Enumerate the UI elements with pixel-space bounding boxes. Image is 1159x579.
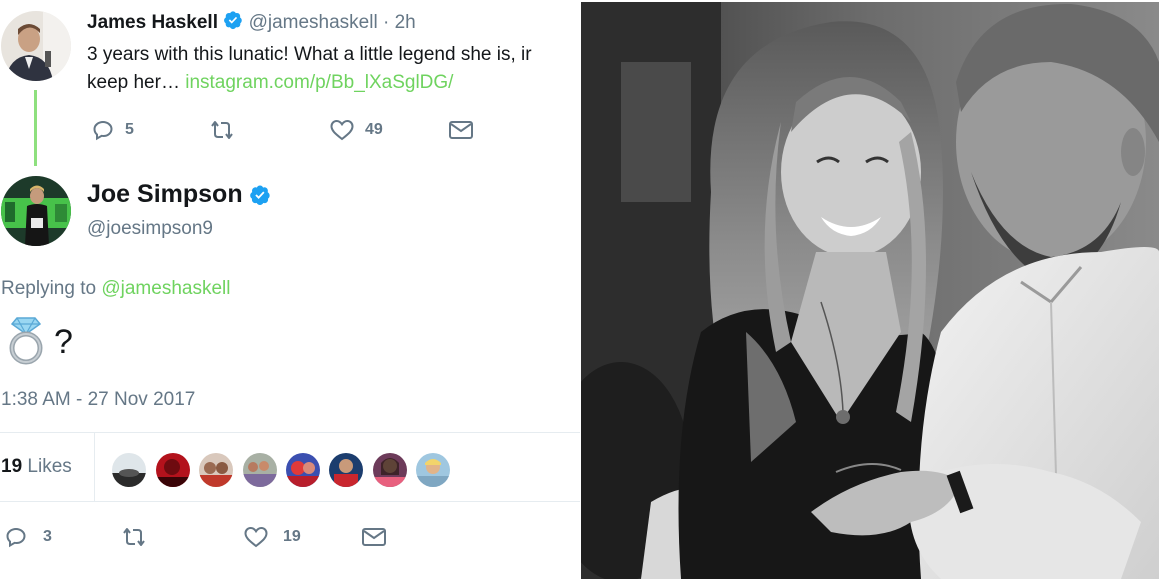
tweet2-actions: 3 19 [4, 525, 404, 551]
reply-icon [93, 120, 113, 141]
like-icon [244, 526, 268, 548]
tweet1-text: 3 years with this lunatic! What a little… [87, 41, 580, 97]
liker-avatar[interactable] [372, 452, 408, 488]
liker-avatar[interactable] [328, 452, 364, 488]
liker-avatar[interactable] [198, 452, 234, 488]
replying-to-handle[interactable]: @jameshaskell [101, 278, 230, 299]
tweet2-like-button[interactable]: 19 [243, 525, 301, 549]
tweet1-header: James Haskell @jameshaskell · 2h [87, 10, 416, 36]
couple-photo [581, 2, 1159, 579]
tweet2-text: ? [4, 314, 73, 370]
tweet1-time[interactable]: · 2h [383, 12, 416, 33]
tweet1-reply-button[interactable]: 5 [91, 118, 134, 142]
tweet2-reply-count: 3 [43, 528, 52, 545]
direct-message-icon [362, 528, 386, 546]
likes-label: Likes [27, 456, 72, 477]
liker-avatar[interactable] [242, 452, 278, 488]
reply-icon [6, 527, 26, 548]
tweet1-handle[interactable]: @jameshaskell [249, 12, 378, 33]
tweet1-dm-button[interactable] [448, 119, 474, 141]
james-haskell-avatar[interactable] [1, 11, 71, 81]
divider-top [0, 432, 580, 433]
tweet2-replying-to: Replying to @jameshaskell [1, 278, 230, 300]
divider-bottom [0, 501, 580, 502]
tweet2-timestamp[interactable]: 1:38 AM - 27 Nov 2017 [1, 389, 195, 411]
tweet-panel: James Haskell @jameshaskell · 2h 3 years… [0, 0, 580, 579]
tweet1-like-button[interactable]: 49 [329, 118, 383, 142]
tweet2-dm-button[interactable] [361, 526, 387, 548]
tweet1-retweet-button[interactable] [208, 118, 246, 142]
tweet1-like-count: 49 [365, 121, 383, 138]
retweet-icon [123, 528, 145, 546]
liker-avatar[interactable] [285, 452, 321, 488]
ring-emoji-icon [4, 314, 48, 371]
tweet1-author-name[interactable]: James Haskell [87, 12, 218, 33]
liker-avatar[interactable] [111, 452, 147, 488]
tweet2-like-count: 19 [283, 528, 301, 545]
liker-avatar[interactable] [155, 452, 191, 488]
tweet2-retweet-button[interactable] [120, 525, 158, 549]
liker-avatar[interactable] [415, 452, 451, 488]
likes-count: 19 [1, 456, 23, 477]
verified-badge-icon [223, 10, 243, 36]
tweet2-reply-button[interactable]: 3 [4, 525, 52, 549]
tweet2-handle[interactable]: @joesimpson9 [87, 218, 213, 240]
replying-to-label: Replying to [1, 278, 102, 299]
likes-separator [94, 433, 95, 501]
tweet2-header: Joe Simpson [87, 180, 271, 211]
direct-message-icon [449, 121, 473, 139]
tweet2-text-body: ? [54, 322, 73, 361]
retweet-icon [211, 121, 233, 139]
thread-line [34, 90, 37, 166]
tweet1-reply-count: 5 [125, 121, 134, 138]
tweet2-author-name[interactable]: Joe Simpson [87, 180, 243, 208]
tweet1-text-line1: 3 years with this lunatic! What a little… [87, 44, 532, 65]
tweet1-link[interactable]: instagram.com/p/Bb_lXaSglDG/ [185, 72, 453, 93]
verified-badge-icon [249, 184, 271, 211]
tweet1-text-line2: keep her… [87, 72, 186, 93]
tweet2-likes-stat[interactable]: 19 Likes [1, 456, 72, 478]
like-icon [330, 119, 354, 141]
couple-photo-illustration [581, 2, 1159, 579]
joe-simpson-avatar[interactable] [1, 176, 71, 246]
tweet1-actions: 5 49 [91, 118, 491, 144]
